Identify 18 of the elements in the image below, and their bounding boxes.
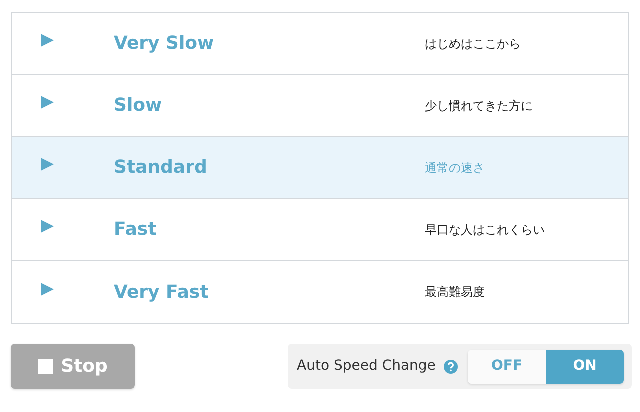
auto-speed-label: Auto Speed Change [297, 357, 436, 376]
speed-label: Slow [114, 94, 164, 118]
speed-label: Standard [114, 156, 208, 180]
play-icon [41, 220, 54, 233]
speed-label: Very Slow [114, 32, 216, 56]
speed-label: Very Fast [114, 280, 210, 304]
speed-description: 少し慣れてきた方に [425, 98, 533, 114]
stop-icon [38, 359, 54, 374]
play-icon [41, 34, 54, 47]
speed-description: はじめはここから [425, 36, 521, 52]
help-icon[interactable] [444, 360, 458, 374]
speed-description: 最高難易度 [425, 284, 485, 301]
play-icon [41, 282, 54, 296]
play-icon [41, 158, 54, 171]
speed-description: 通常の速さ [425, 160, 485, 176]
play-icon [41, 96, 54, 109]
speed-description: 早口な人はこれくらい [425, 222, 545, 238]
speed-label: Fast [114, 218, 158, 242]
